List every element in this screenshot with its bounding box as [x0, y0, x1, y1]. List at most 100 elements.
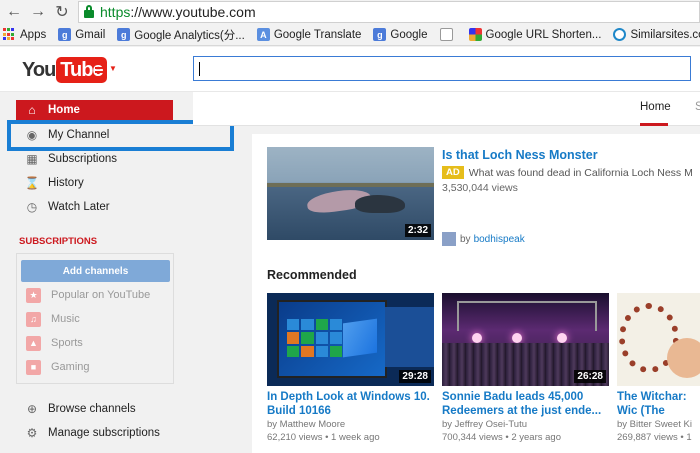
subscription-label: Sports [51, 337, 83, 349]
subscription-item[interactable]: ■ Gaming [26, 358, 90, 376]
bookmark-google-url-shortener[interactable]: Google URL Shorten... [468, 28, 602, 41]
bookmark-google-translate[interactable]: A Google Translate [256, 28, 362, 41]
channel-link[interactable]: bodhispeak [474, 234, 525, 245]
bookmark-google[interactable]: g Google [373, 28, 428, 41]
back-arrow-icon[interactable]: ← [4, 2, 24, 22]
sidebar-item-label: Browse channels [48, 403, 136, 415]
browser-toolbar: ← → ↻ https://www.youtube.com [0, 0, 700, 24]
google-icon: g [373, 28, 387, 41]
hamburger-icon [95, 63, 107, 73]
subscription-item[interactable]: ♫ Music [26, 310, 80, 328]
sidebar-item-label: Home [48, 104, 80, 116]
subscriptions-box: Add channels ★ Popular on YouTube ♫ Musi… [16, 253, 174, 384]
similarsites-icon [613, 28, 627, 41]
bookmark-label: Google URL Shorten... [485, 28, 602, 41]
featured-video-thumbnail[interactable]: 2:32 [267, 147, 434, 240]
feed-tabs: Home S [193, 92, 700, 126]
gear-icon: ⚙ [26, 426, 38, 440]
sidebar-item-home[interactable]: ⌂ Home [16, 100, 173, 120]
video-title[interactable]: In Depth Look at Windows 10. Build 10166 [267, 390, 434, 418]
bookmark-label: Similarsites.com - Ea... [630, 28, 700, 41]
subscription-label: Gaming [51, 361, 90, 373]
headphones-icon: ♫ [26, 311, 41, 327]
subscriptions-heading: SUBSCRIPTIONS [19, 236, 98, 247]
sidebar-item-browse-channels[interactable]: ⊕ Browse channels [16, 399, 173, 419]
sidebar-item-label: History [48, 177, 84, 189]
feed-card: 2:32 Is that Loch Ness Monster AD What w… [252, 134, 700, 453]
featured-ad-row: AD What was found dead in California Loc… [442, 166, 700, 179]
google-url-icon [468, 28, 482, 41]
featured-byline: by bodhispeak [442, 232, 525, 246]
video-channel: by Bitter Sweet Ki [617, 419, 692, 430]
bookmark-page[interactable] [439, 28, 457, 41]
video-title[interactable]: Sonnie Badu leads 45,000 Redeemers at th… [442, 390, 609, 418]
bookmarks-bar: Apps g Gmail g Google Analytics(分... A G… [0, 24, 700, 46]
video-thumbnail[interactable]: 26:28 [442, 293, 609, 386]
youtube-logo[interactable]: You Tube [22, 57, 107, 83]
video-channel: by Jeffrey Osei-Tutu [442, 419, 528, 430]
bookmark-similarsites[interactable]: Similarsites.com - Ea... [613, 28, 700, 41]
bookmark-label: Google Translate [273, 28, 362, 41]
subscription-item[interactable]: ▲ Sports [26, 334, 83, 352]
search-input[interactable] [193, 56, 691, 81]
gamepad-icon: ■ [26, 359, 41, 375]
reload-icon[interactable]: ↻ [52, 2, 72, 22]
lock-icon [83, 5, 95, 19]
channel-avatar[interactable] [442, 232, 456, 246]
subscription-item[interactable]: ★ Popular on YouTube [26, 286, 150, 304]
sidebar-item-subscriptions[interactable]: ▦ Subscriptions [16, 149, 173, 169]
youtube-header: You Tube ▼ [0, 47, 700, 92]
page-icon [439, 28, 453, 41]
video-channel: by Matthew Moore [267, 419, 346, 430]
recommended-heading: Recommended [267, 268, 357, 282]
video-meta: 269,887 views • 1 [617, 432, 692, 443]
sidebar-item-watch-later[interactable]: ◷ Watch Later [16, 197, 173, 217]
address-bar[interactable]: https://www.youtube.com [78, 1, 700, 23]
sidebar-item-history[interactable]: ⌛ History [16, 173, 173, 193]
tab-home[interactable]: Home [640, 101, 671, 113]
featured-description: What was found dead in California Loch N… [468, 166, 693, 179]
subscription-label: Music [51, 313, 80, 325]
bookmark-apps[interactable]: Apps [3, 28, 46, 41]
video-tile: 26:28 Sonnie Badu leads 45,000 Redeemers… [442, 293, 609, 444]
sidebar-item-manage-subscriptions[interactable]: ⚙ Manage subscriptions [16, 423, 173, 443]
video-duration: 29:28 [399, 370, 431, 383]
video-tile: The Witchar: Wic (The Witcher 3: W by Bi… [617, 293, 700, 444]
trophy-icon: ▲ [26, 335, 41, 351]
caret-down-icon: ▼ [109, 63, 117, 73]
bookmark-label: Apps [20, 28, 47, 41]
by-label: by [460, 233, 471, 245]
apps-grid-icon [3, 28, 16, 41]
video-thumbnail[interactable] [617, 293, 700, 386]
url-scheme: https [100, 4, 131, 20]
clock-icon: ◷ [26, 200, 38, 214]
bookmark-google-analytics[interactable]: g Google Analytics(分... [117, 27, 245, 43]
home-icon: ⌂ [28, 103, 36, 117]
tab-next[interactable]: S [695, 101, 700, 113]
sidebar-item-label: Watch Later [48, 201, 110, 213]
bookmark-label: Gmail [75, 28, 106, 41]
google-icon: g [58, 28, 72, 41]
video-meta: 700,344 views • 2 years ago [442, 432, 561, 443]
video-tile: 29:28 In Depth Look at Windows 10. Build… [267, 293, 434, 444]
plus-circle-icon: ⊕ [26, 402, 38, 416]
sidebar-item-label: Subscriptions [48, 153, 118, 165]
forward-arrow-icon[interactable]: → [28, 2, 48, 22]
main-content: Home S 2:32 Is that Loch Ness Monster AD… [193, 92, 700, 453]
star-icon: ★ [26, 287, 41, 303]
video-title[interactable]: The Witchar: Wic (The Witcher 3: W [617, 390, 700, 418]
video-thumbnail[interactable]: 29:28 [267, 293, 434, 386]
add-channels-button[interactable]: Add channels [21, 260, 170, 282]
featured-views: 3,530,044 views [442, 182, 518, 194]
guide-menu-button[interactable]: ▼ [95, 63, 117, 73]
featured-video-title[interactable]: Is that Loch Ness Monster [442, 148, 598, 162]
video-duration: 26:28 [574, 370, 606, 383]
bookmark-gmail[interactable]: g Gmail [58, 28, 105, 41]
google-icon: g [117, 28, 131, 41]
video-duration: 2:32 [404, 224, 431, 237]
subscription-label: Popular on YouTube [51, 289, 151, 301]
bookmark-label: Google Analytics(分... [134, 29, 245, 42]
url-host: ://www.youtube.com [130, 4, 256, 20]
video-meta: 62,210 views • 1 week ago [267, 432, 380, 443]
bookmark-label: Google [390, 28, 428, 41]
